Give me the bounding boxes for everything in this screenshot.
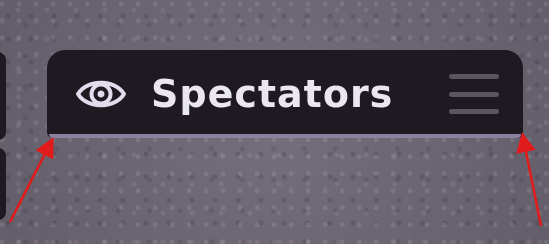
hamburger-menu-icon[interactable] (449, 74, 499, 114)
spectators-header[interactable]: Spectators (47, 50, 523, 138)
adjacent-panel-top (0, 52, 6, 140)
adjacent-panel-edge (0, 52, 6, 232)
eye-icon (75, 74, 127, 114)
left-arrow (8, 137, 54, 223)
adjacent-panel-bottom (0, 148, 6, 220)
panel-bottom-rim (49, 134, 521, 138)
spectators-panel: Spectators (47, 50, 523, 142)
right-arrow (516, 132, 543, 227)
panel-title: Spectators (151, 72, 394, 116)
